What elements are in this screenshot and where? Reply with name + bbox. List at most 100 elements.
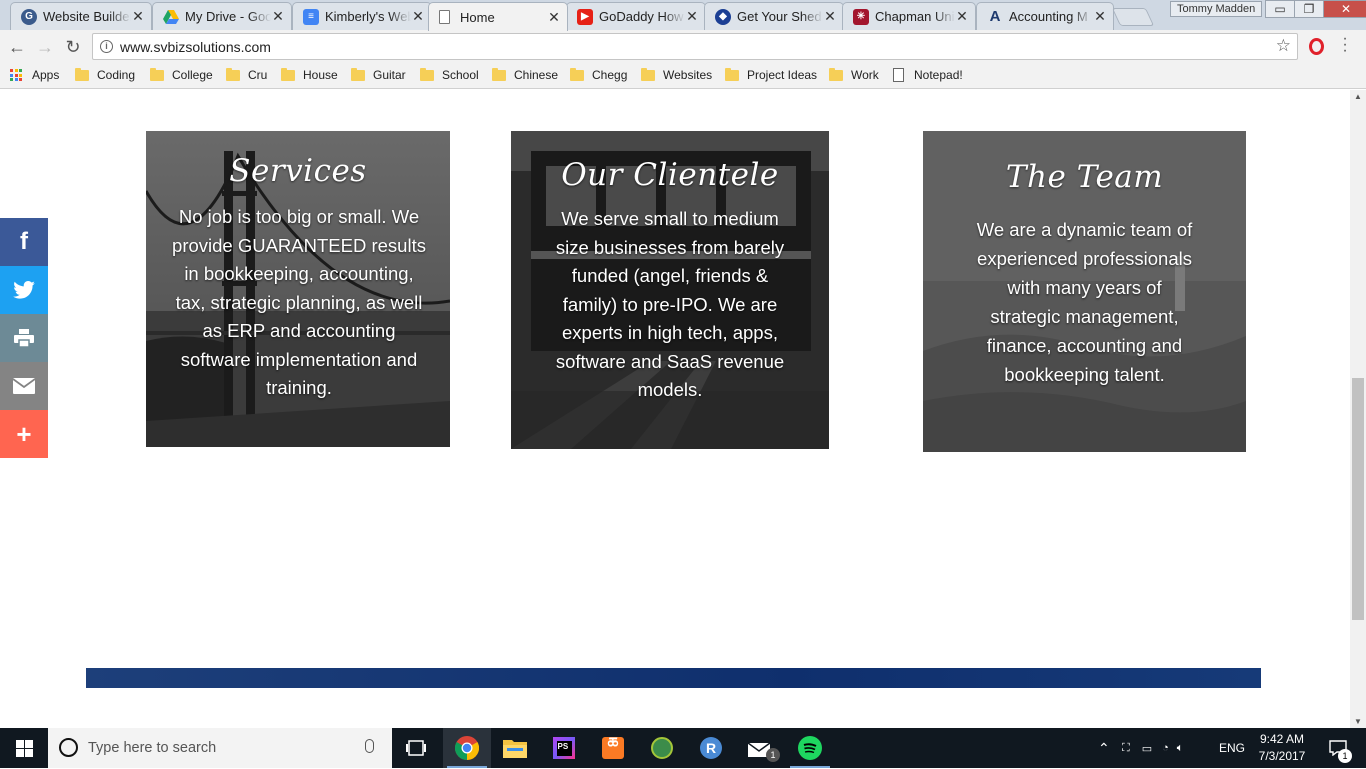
bookmark-folder-cru[interactable]: Cru xyxy=(226,67,267,82)
folder-icon xyxy=(503,740,527,758)
bookmark-label: Work xyxy=(851,68,879,82)
android-studio-button[interactable] xyxy=(638,728,686,768)
bookmark-folder-websites[interactable]: Websites xyxy=(641,67,712,82)
bookmark-star-icon[interactable]: ☆ xyxy=(1276,36,1291,56)
show-hidden-icons-button[interactable]: ⌃ xyxy=(1098,728,1110,768)
taskbar-clock[interactable]: 9:42 AM 7/3/2017 xyxy=(1248,731,1316,765)
twitter-share-button[interactable] xyxy=(0,266,48,314)
scrollbar-thumb[interactable] xyxy=(1352,378,1364,620)
tray-icon-group: ⛶ ▭ ◔ 🔈︎ xyxy=(1122,728,1193,768)
close-tab-icon[interactable]: ✕ xyxy=(955,8,969,25)
spotify-button[interactable] xyxy=(786,728,834,768)
bookmark-folder-project-ideas[interactable]: Project Ideas xyxy=(725,67,817,82)
page-icon xyxy=(893,68,904,82)
close-tab-icon[interactable]: ✕ xyxy=(271,8,285,25)
tab-get-your-shed[interactable]: ◆ Get Your Shed ✕ xyxy=(704,2,844,30)
opera-extension-icon[interactable] xyxy=(1309,38,1324,55)
folder-icon xyxy=(725,67,739,81)
bookmark-label: Guitar xyxy=(373,68,406,82)
volume-icon[interactable]: 🔈︎ xyxy=(1177,742,1184,755)
card-title: The Team xyxy=(1005,159,1164,195)
reload-icon[interactable]: ↻ xyxy=(62,36,84,58)
language-indicator[interactable]: ENG xyxy=(1219,728,1245,768)
tab-chapman-university[interactable]: ✳ Chapman University ✕ xyxy=(842,2,976,30)
usb-icon[interactable]: ⛶ xyxy=(1122,742,1130,755)
print-share-button[interactable] xyxy=(0,314,48,362)
scroll-down-icon[interactable]: ▼ xyxy=(1350,717,1366,726)
search-placeholder: Type here to search xyxy=(88,740,217,756)
task-view-button[interactable] xyxy=(392,728,440,768)
tab-godaddy[interactable]: ▶ GoDaddy How to ✕ xyxy=(566,2,706,30)
minimize-button[interactable]: ▭ xyxy=(1265,0,1295,18)
wifi-icon[interactable]: ◔ xyxy=(1162,742,1169,754)
bookmark-apps[interactable]: Apps xyxy=(10,68,59,82)
close-tab-icon[interactable]: ✕ xyxy=(411,8,425,25)
envelope-icon xyxy=(13,378,35,394)
card-title: Our Clientele xyxy=(561,157,779,193)
url-text[interactable]: www.svbizsolutions.com xyxy=(120,39,271,55)
tab-my-drive[interactable]: My Drive - Google Drive ✕ xyxy=(152,2,292,30)
back-arrow-icon[interactable]: ← xyxy=(6,36,28,58)
task-view-icon xyxy=(406,740,426,756)
taskbar-search-box[interactable]: Type here to search xyxy=(48,728,392,768)
email-share-button[interactable] xyxy=(0,362,48,410)
tab-home[interactable]: Home ✕ xyxy=(428,2,568,31)
close-tab-icon[interactable]: ✕ xyxy=(131,8,145,25)
bookmark-folder-college[interactable]: College xyxy=(150,67,213,82)
close-tab-icon[interactable]: ✕ xyxy=(823,8,837,25)
bookmark-folder-school[interactable]: School xyxy=(420,67,479,82)
battery-icon[interactable]: ▭ xyxy=(1142,742,1152,755)
footer-bar xyxy=(86,668,1261,688)
profile-button[interactable]: Tommy Madden xyxy=(1170,1,1263,17)
bookmark-folder-guitar[interactable]: Guitar xyxy=(351,67,406,82)
bookmark-notepad[interactable]: Notepad! xyxy=(893,68,963,82)
close-tab-icon[interactable]: ✕ xyxy=(547,9,561,26)
facebook-share-button[interactable]: f xyxy=(0,218,48,266)
services-card[interactable]: Services No job is too big or small. We … xyxy=(146,131,450,447)
close-window-button[interactable]: ✕ xyxy=(1323,0,1366,18)
file-explorer-button[interactable] xyxy=(491,728,539,768)
more-share-button[interactable]: + xyxy=(0,410,48,458)
tab-title: GoDaddy How to xyxy=(599,9,685,24)
chevron-up-icon: ⌃ xyxy=(1098,739,1110,756)
tab-accounting[interactable]: A Accounting M ✕ xyxy=(976,2,1114,30)
clientele-card[interactable]: Our Clientele We serve small to medium s… xyxy=(511,131,829,449)
plus-icon: + xyxy=(16,418,32,449)
chrome-taskbar-button[interactable] xyxy=(443,728,491,768)
r-studio-button[interactable]: R xyxy=(687,728,735,768)
close-tab-icon[interactable]: ✕ xyxy=(1093,8,1107,25)
bookmark-folder-work[interactable]: Work xyxy=(829,67,879,82)
phpstorm-icon: PS xyxy=(553,737,575,759)
new-tab-button[interactable] xyxy=(1111,8,1155,26)
team-card[interactable]: The Team We are a dynamic team of experi… xyxy=(923,131,1246,452)
restore-button[interactable]: ❐ xyxy=(1294,0,1324,18)
tab-kimberlys-website[interactable]: ≡ Kimberly's Website ✕ xyxy=(292,2,432,30)
windows-logo-icon xyxy=(15,739,33,757)
windows-start-button[interactable] xyxy=(0,728,48,768)
scroll-up-icon[interactable]: ▲ xyxy=(1350,92,1366,101)
mail-button[interactable]: 1 xyxy=(736,728,784,768)
bookmark-folder-coding[interactable]: Coding xyxy=(75,67,135,82)
action-center-button[interactable]: 1 xyxy=(1318,728,1358,768)
close-tab-icon[interactable]: ✕ xyxy=(685,8,699,25)
browser-menu-icon[interactable]: · · · xyxy=(1340,31,1350,59)
windows-taskbar: Type here to search PS ཆ R 1 ⌃ ⛶ ▭ ◔ 🔈︎ … xyxy=(0,728,1366,768)
bookmark-folder-chinese[interactable]: Chinese xyxy=(492,67,558,82)
page-scrollbar[interactable]: ▲ ▼ xyxy=(1350,90,1366,728)
tab-website-builder[interactable]: G Website Builder ✕ xyxy=(10,2,152,30)
window-controls: ▭ ❐ ✕ xyxy=(1265,0,1366,18)
microphone-icon[interactable] xyxy=(365,739,374,753)
forward-arrow-icon[interactable]: → xyxy=(34,36,56,58)
address-bar[interactable]: i www.svbizsolutions.com ☆ xyxy=(92,33,1298,60)
card-text: No job is too big or small. We provide G… xyxy=(172,206,426,398)
site-info-icon[interactable]: i xyxy=(100,40,113,53)
folder-icon xyxy=(420,67,434,81)
phpstorm-button[interactable]: PS xyxy=(540,728,588,768)
bookmark-folder-house[interactable]: House xyxy=(281,67,338,82)
card-text: We are a dynamic team of experienced pro… xyxy=(976,219,1193,385)
bookmark-folder-chegg[interactable]: Chegg xyxy=(570,67,627,82)
xampp-button[interactable]: ཆ xyxy=(589,728,637,768)
r-studio-icon: R xyxy=(700,737,722,759)
bookmark-label: Apps xyxy=(32,68,60,82)
folder-icon xyxy=(829,67,843,81)
